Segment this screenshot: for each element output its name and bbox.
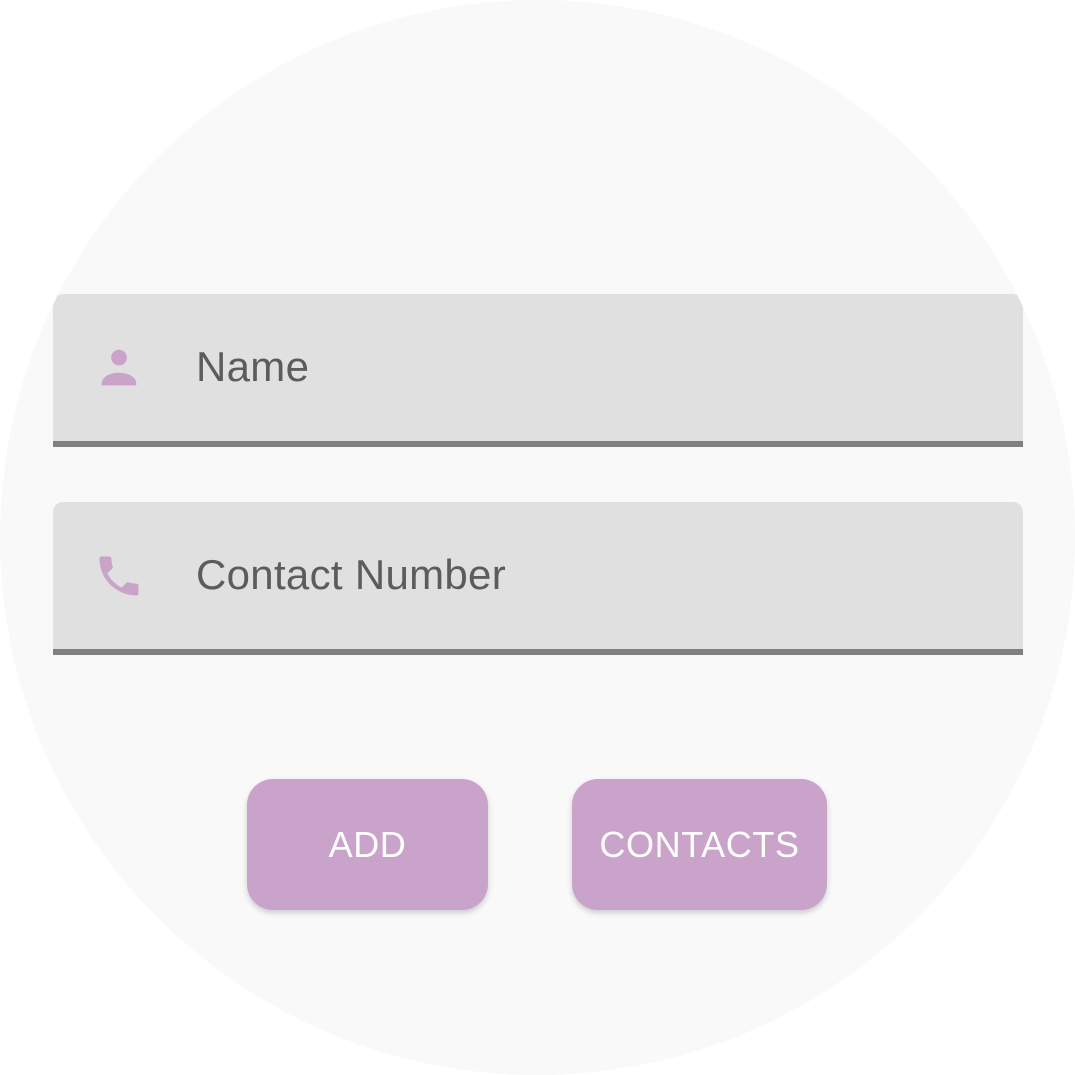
person-icon (93, 342, 145, 394)
add-button[interactable]: ADD (247, 779, 488, 910)
contacts-button[interactable]: CONTACTS (572, 779, 827, 910)
name-field[interactable]: Name (53, 294, 1023, 447)
contact-number-field[interactable]: Contact Number (53, 502, 1023, 655)
phone-icon (93, 550, 145, 602)
name-placeholder: Name (196, 342, 310, 390)
contact-number-placeholder: Contact Number (196, 550, 506, 598)
watch-screen: Name Contact Number ADD CONTACTS (0, 0, 1075, 1075)
